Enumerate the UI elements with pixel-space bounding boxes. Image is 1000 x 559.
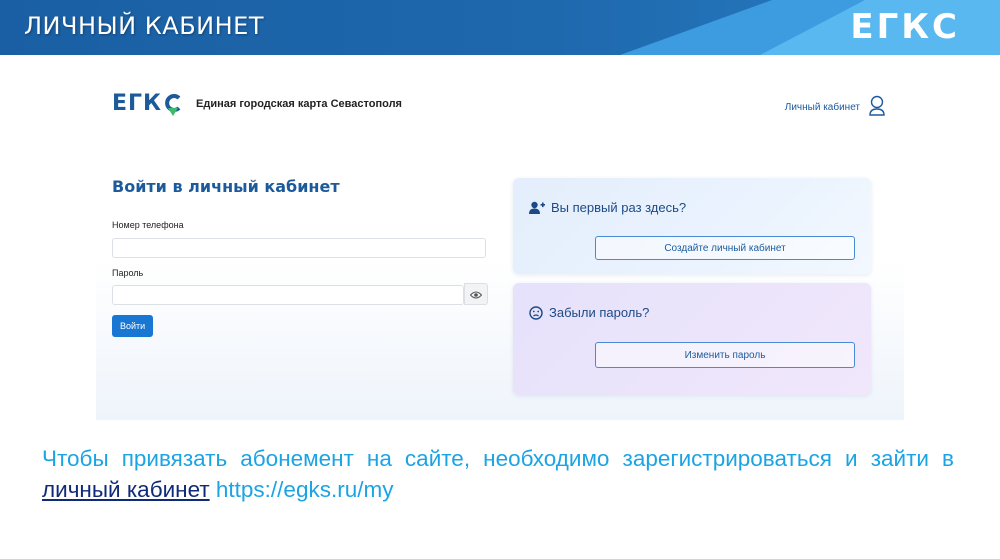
eye-icon: [469, 284, 483, 303]
slide-caption: Чтобы привязать абонемент на сайте, необ…: [42, 443, 954, 505]
add-user-icon: [529, 201, 545, 214]
new-user-title: Вы первый раз здесь?: [551, 200, 687, 215]
password-label: Пароль: [112, 267, 144, 278]
login-form: Войти в личный кабинет Номер телефона Па…: [112, 177, 490, 337]
forgot-password-title: Забыли пароль?: [549, 305, 650, 320]
sad-face-icon: [529, 305, 543, 320]
site-logo[interactable]: ЕГК: [112, 91, 162, 116]
caption-url: https://egks.ru/my: [209, 477, 394, 502]
login-title: Войти в личный кабинет: [112, 177, 340, 196]
new-user-card: Вы первый раз здесь? Создайте личный каб…: [513, 178, 871, 274]
password-field-group: [112, 282, 488, 305]
caption-text-before: Чтобы привязать абонемент на сайте, необ…: [42, 446, 954, 471]
site-header: ЕГК Единая городская карта Севастополя: [112, 91, 402, 116]
website-screenshot: ЕГК Единая городская карта Севастополя Л…: [96, 65, 904, 420]
change-password-button[interactable]: Изменить пароль: [595, 342, 855, 368]
forgot-password-heading: Забыли пароль?: [529, 305, 649, 320]
password-input[interactable]: [112, 285, 464, 305]
show-password-button[interactable]: [464, 282, 488, 305]
login-submit-button[interactable]: Войти: [112, 314, 154, 337]
account-link-label: Личный кабинет: [784, 102, 860, 113]
phone-input[interactable]: [112, 237, 486, 258]
slide-title: ЛИЧНЫЙ КАБИНЕТ: [24, 12, 265, 40]
user-icon: [868, 95, 886, 120]
location-pin-logo-icon: [164, 93, 182, 116]
caption-account-link[interactable]: личный кабинет: [42, 477, 210, 502]
account-link[interactable]: Личный кабинет: [785, 95, 886, 120]
phone-label: Номер телефона: [112, 220, 184, 230]
site-tagline: Единая городская карта Севастополя: [196, 97, 402, 110]
create-account-button[interactable]: Создайте личный кабинет: [595, 236, 855, 260]
forgot-password-card: Забыли пароль? Изменить пароль: [513, 283, 871, 395]
slide-header-banner: ЛИЧНЫЙ КАБИНЕТ ЕГКС: [0, 0, 1000, 55]
slide-logo: ЕГКС: [850, 7, 960, 47]
new-user-heading: Вы первый раз здесь?: [529, 200, 686, 215]
